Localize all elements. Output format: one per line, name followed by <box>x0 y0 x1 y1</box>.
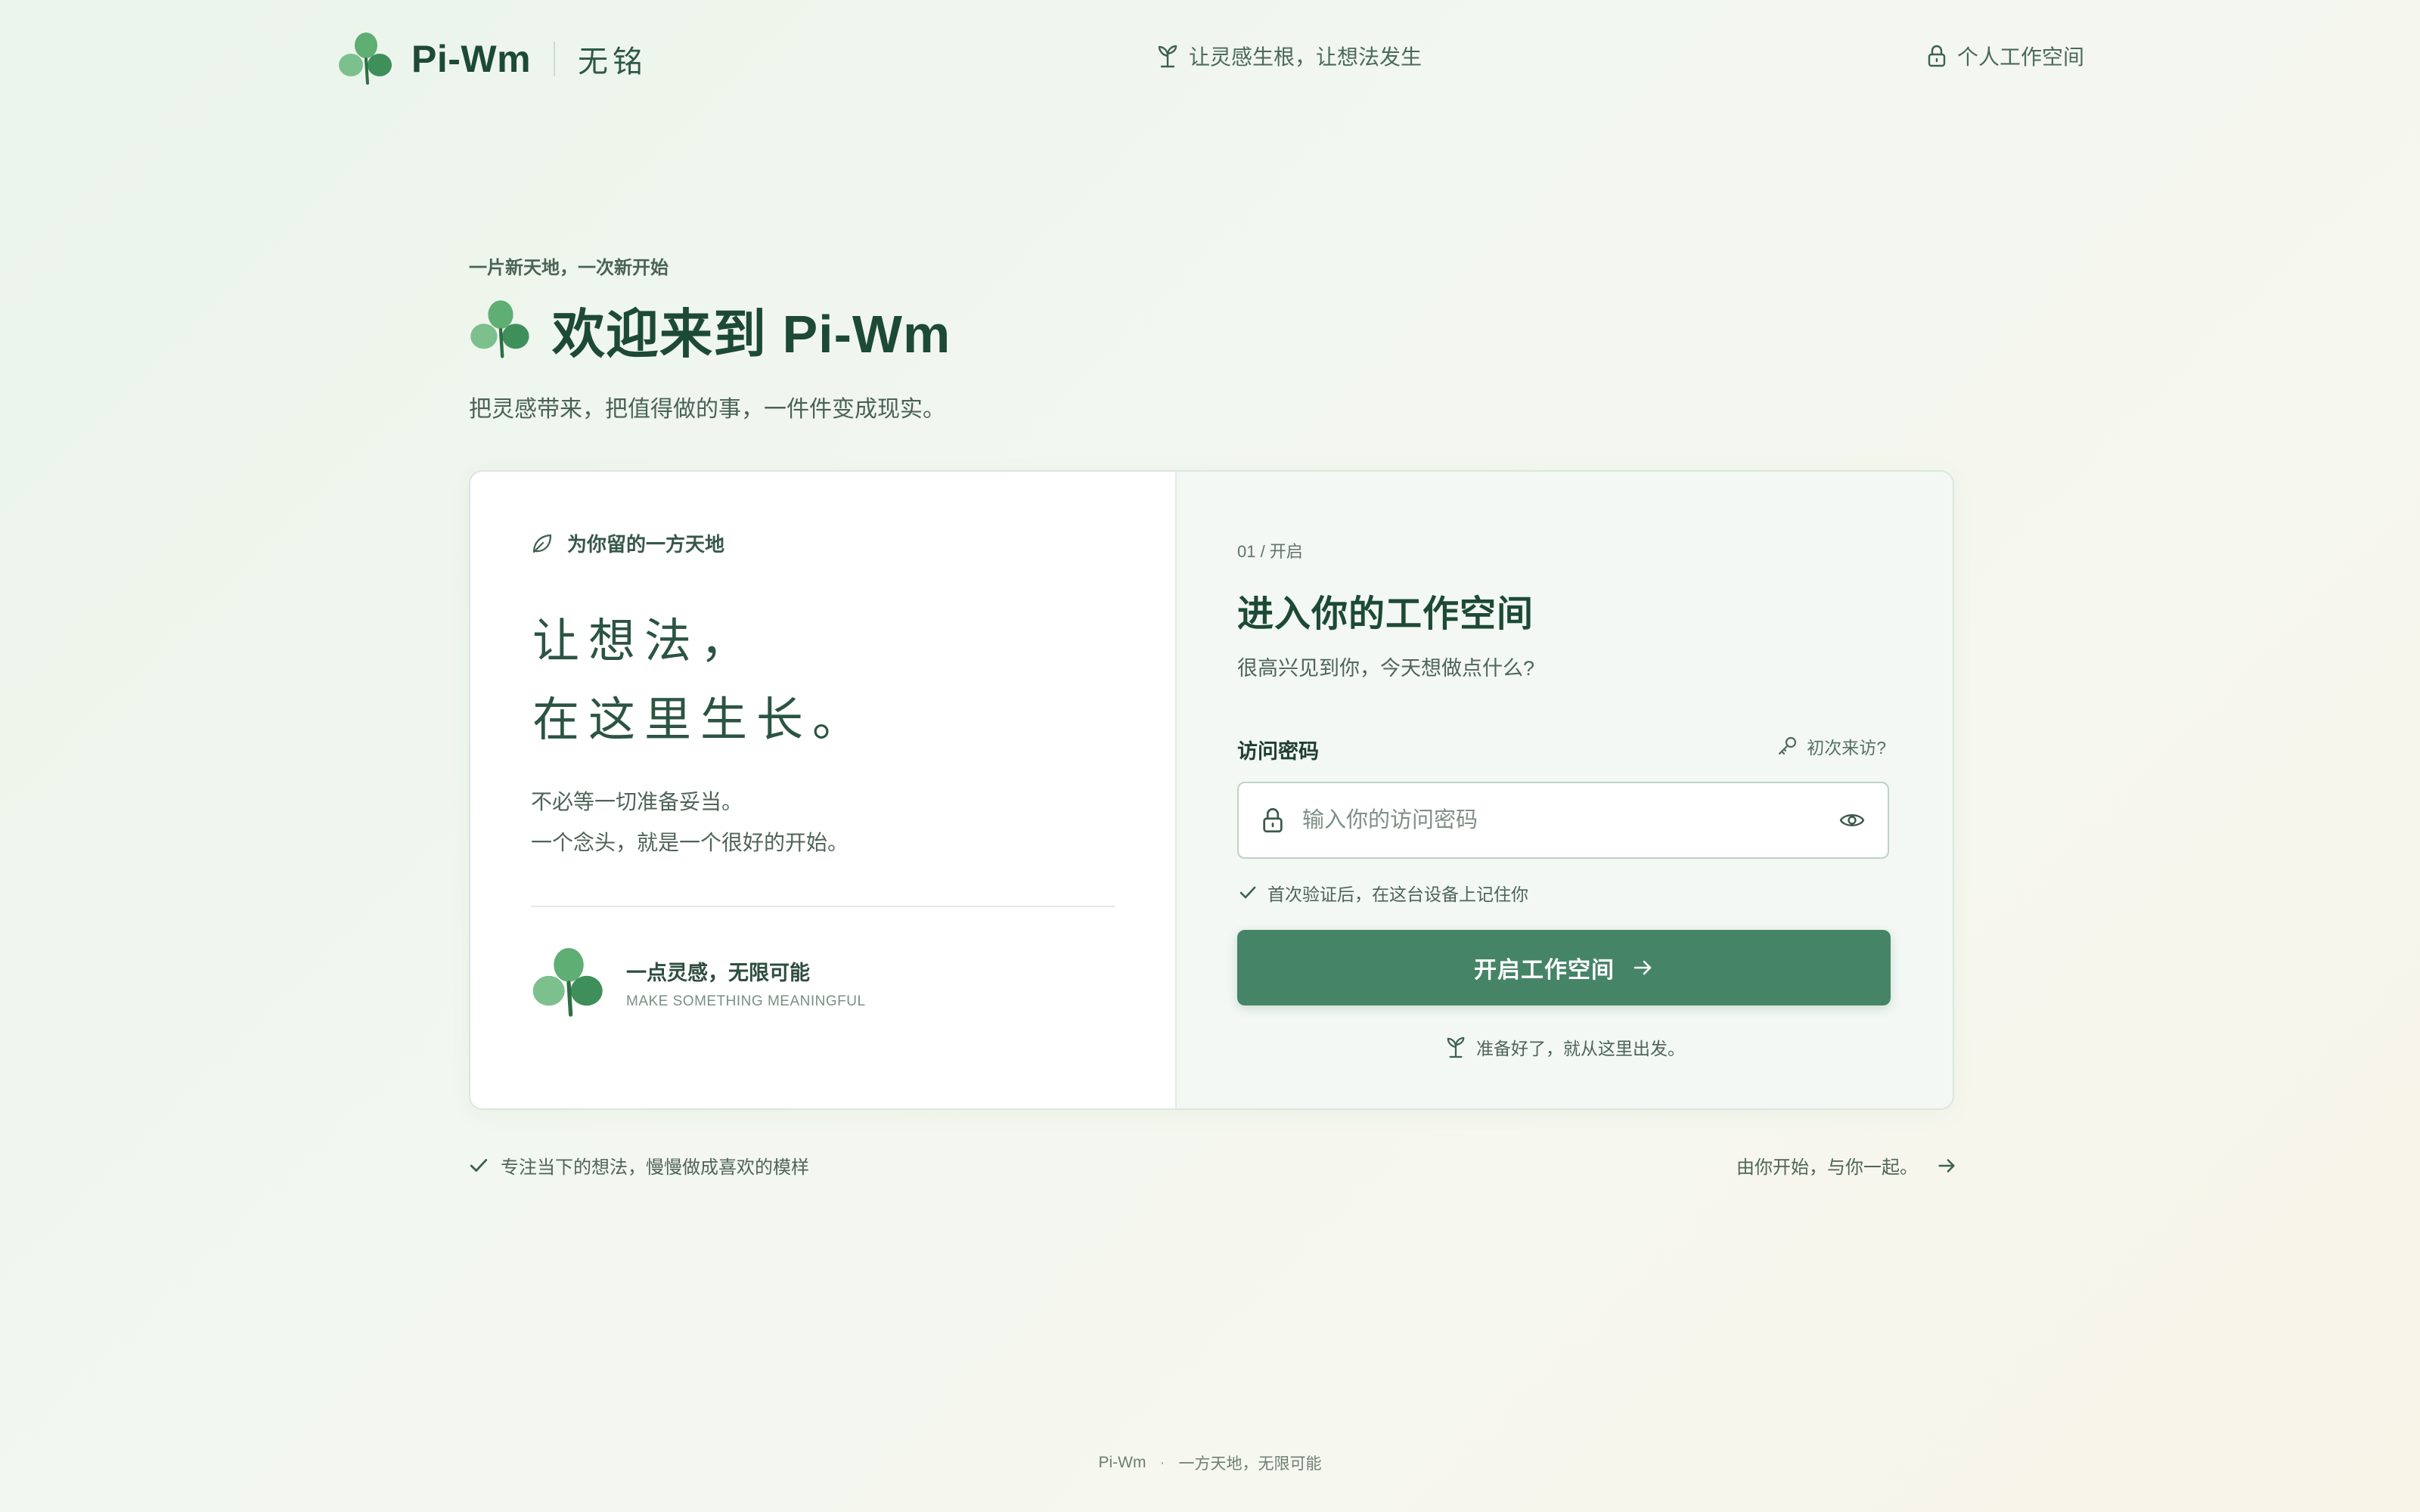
tagline-text: 让灵感生根，让想法发生 <box>1189 45 1423 69</box>
eye-icon[interactable] <box>1839 807 1865 833</box>
login-panel: 01 / 开启 进入你的工作空间 很高兴见到你，今天想做点什么? 访问密码 初次… <box>1175 472 1953 1108</box>
sprout-icon <box>1447 1036 1465 1058</box>
open-workspace-button-label: 开启工作空间 <box>1474 958 1615 983</box>
login-subtitle: 很高兴见到你，今天想做点什么? <box>1237 657 1535 680</box>
open-workspace-button[interactable]: 开启工作空间 <box>1237 930 1891 1005</box>
poem-line-2: 在这里生长。 <box>532 692 869 747</box>
page-footer: Pi-Wm · 一方天地，无限可能 <box>0 1452 2420 1474</box>
clover-icon <box>339 33 392 85</box>
intro-text-line-1: 不必等一切准备妥当。 <box>531 790 743 813</box>
password-label: 访问密码 <box>1237 740 1319 763</box>
lock-icon <box>1928 45 1946 67</box>
hero-title: 欢迎来到 Pi-Wm <box>469 292 951 367</box>
brand-logo[interactable]: Pi-Wm 无铭 <box>337 30 647 88</box>
workspace-link-label: 个人工作空间 <box>1957 45 2085 69</box>
footer-text: 一方天地，无限可能 <box>1178 1455 1322 1473</box>
footer-separator: · <box>1159 1454 1165 1471</box>
header-tagline: 让灵感生根，让想法发生 <box>1157 41 1422 71</box>
clover-icon <box>532 947 603 1017</box>
focus-note: 专注当下的想法，慢慢做成喜欢的模样 <box>469 1152 809 1179</box>
intro-text-line-2: 一个念头，就是一个很好的开始。 <box>531 831 849 854</box>
step-indicator: 01 / 开启 <box>1237 542 1303 561</box>
poem-line-1: 让想法， <box>532 613 757 668</box>
check-icon <box>470 1158 488 1172</box>
brand-name-cn: 无铭 <box>578 45 648 79</box>
password-input[interactable] <box>1301 807 1839 834</box>
start-link[interactable]: 由你开始，与你一起。 <box>1736 1152 1957 1179</box>
leaf-icon <box>532 534 552 553</box>
brand-divider <box>554 42 556 76</box>
hero-eyebrow: 一片新天地，一次新开始 <box>469 258 669 278</box>
intro-heading: 为你留的一方天地 <box>531 529 724 557</box>
intro-footer-subtitle: MAKE SOMETHING MEANINGFUL <box>626 993 866 1009</box>
login-title: 进入你的工作空间 <box>1237 594 1534 634</box>
arrow-right-icon <box>1938 1158 1955 1173</box>
login-card: 为你留的一方天地 让想法， 在这里生长。 不必等一切准备妥当。 一个念头，就是一… <box>469 470 1954 1110</box>
intro-panel: 为你留的一方天地 让想法， 在这里生长。 不必等一切准备妥当。 一个念头，就是一… <box>470 472 1175 1108</box>
first-visit-link[interactable]: 初次来访? <box>1776 733 1886 759</box>
intro-footer-title: 一点灵感，无限可能 <box>626 961 810 984</box>
arrow-right-icon <box>1634 960 1652 975</box>
clover-icon <box>470 300 529 358</box>
intro-text: 不必等一切准备妥当。 一个念头，就是一个很好的开始。 <box>531 782 849 863</box>
check-icon <box>1239 886 1256 899</box>
key-icon <box>1779 736 1797 755</box>
brand-name: Pi-Wm <box>411 38 532 80</box>
intro-footer: 一点灵感，无限可能 MAKE SOMETHING MEANINGFUL <box>531 945 866 1021</box>
ready-note: 准备好了，就从这里出发。 <box>1177 1034 1953 1060</box>
remember-note: 首次验证后，在这台设备上记住你 <box>1239 880 1528 906</box>
footer-brand: Pi-Wm <box>1098 1454 1146 1471</box>
lock-icon <box>1263 807 1283 833</box>
workspace-link[interactable]: 个人工作空间 <box>1927 41 2084 71</box>
intro-divider <box>531 906 1115 907</box>
hero-title-text: 欢迎来到 Pi-Wm <box>552 304 951 364</box>
intro-poem: 让想法， 在这里生长。 <box>532 602 868 759</box>
sprout-icon <box>1158 45 1177 68</box>
hero-subtitle: 把灵感带来，把值得做的事，一件件变成现实。 <box>469 397 945 422</box>
password-field[interactable] <box>1237 782 1889 859</box>
